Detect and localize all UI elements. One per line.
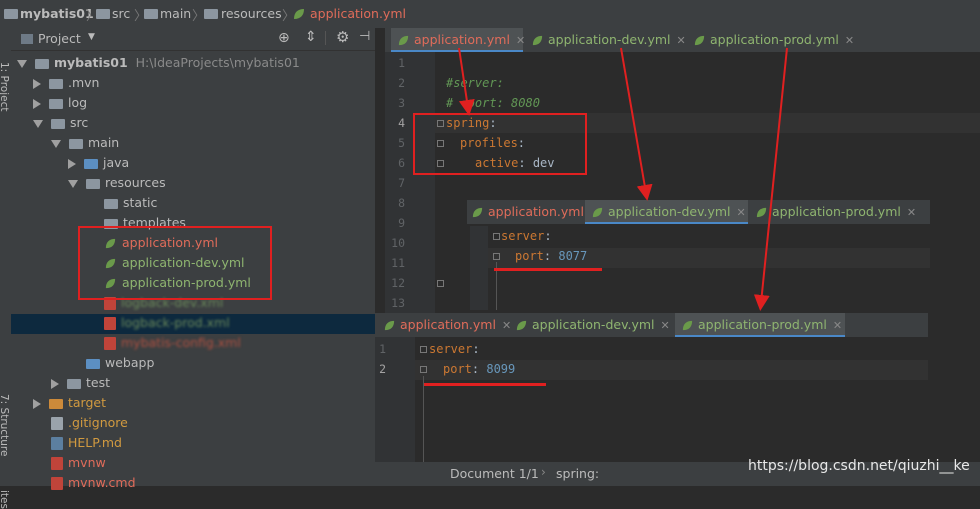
arrow-to-prod-snippet xyxy=(753,47,788,311)
annotation-arrows xyxy=(458,47,788,311)
arrow-to-spring-block xyxy=(458,47,475,116)
favorites-tool-button[interactable]: ites xyxy=(0,490,10,509)
arrow-to-dev-snippet xyxy=(620,47,653,201)
